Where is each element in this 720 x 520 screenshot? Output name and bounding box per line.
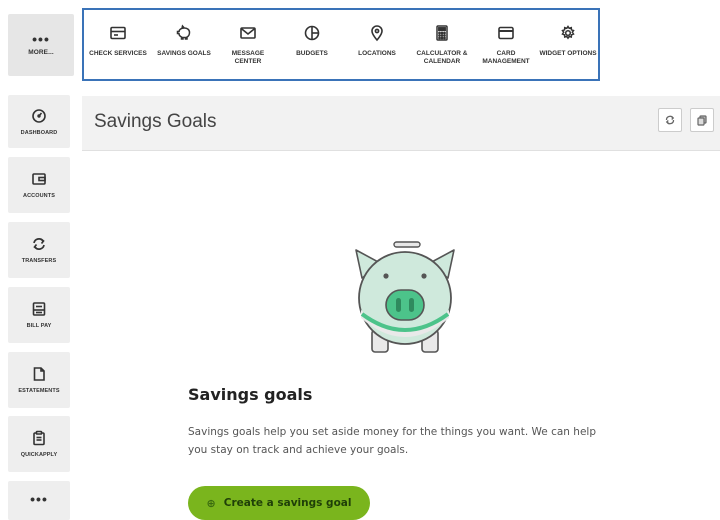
sidebar-item-estatements[interactable]: ESTATEMENTS — [8, 352, 70, 408]
menu-label: CARD MANAGEMENT — [482, 50, 530, 65]
sidebar-item-label: ESTATEMENTS — [18, 388, 60, 394]
create-savings-goal-button[interactable]: ⊕ Create a savings goal — [188, 486, 370, 520]
page-title: Savings Goals — [94, 111, 217, 132]
sidebar-item-accounts[interactable]: ACCOUNTS — [8, 157, 70, 213]
refresh-button[interactable] — [658, 108, 682, 132]
pie-chart-icon — [304, 25, 320, 41]
clipboard-icon — [33, 430, 45, 446]
menu-item-budgets[interactable]: BUDGETS — [280, 24, 344, 79]
sidebar-item-label: BILL PAY — [26, 323, 52, 329]
more-dots-icon: ••• — [30, 491, 48, 507]
page-header: Savings Goals — [82, 96, 720, 151]
wallet-icon — [32, 173, 46, 185]
menu-label: LOCATIONS — [358, 50, 396, 57]
menu-label: MESSAGE CENTER — [231, 50, 265, 65]
plus-circle-icon: ⊕ — [206, 496, 216, 510]
sidebar-more-button[interactable]: ••• — [8, 481, 70, 520]
savings-goals-description: Savings goals help you set aside money f… — [188, 426, 596, 456]
gear-icon — [561, 25, 575, 40]
sidebar-item-label: TRANSFERS — [21, 258, 57, 264]
menu-item-locations[interactable]: LOCATIONS — [344, 24, 410, 79]
sidebar-item-label: QUICKAPPLY — [20, 452, 58, 458]
dashboard-icon — [32, 108, 46, 123]
envelope-icon — [240, 27, 256, 39]
menu-item-widget-options[interactable]: WIDGET OPTIONS — [538, 24, 598, 79]
more-dots-icon: ••• — [32, 30, 50, 47]
transfer-arrows-icon — [33, 238, 45, 250]
top-more-button[interactable]: ••• MORE... — [8, 14, 74, 76]
menu-item-savings-goals[interactable]: SAVINGS GOALS — [152, 24, 216, 79]
sidebar-item-quickapply[interactable]: QUICKAPPLY — [8, 416, 70, 472]
menu-item-card-management[interactable]: CARD MANAGEMENT — [474, 24, 538, 79]
credit-card-icon — [498, 26, 514, 40]
menu-item-check-services[interactable]: CHECK SERVICES — [84, 24, 152, 79]
widget-menu: CHECK SERVICES SAVINGS GOALS MESSAGE CEN… — [82, 8, 600, 81]
piggy-bank-illustration — [355, 241, 455, 353]
app-page: ••• MORE... CHECK SERVICES SAVINGS GOALS… — [0, 0, 720, 520]
sidebar-item-label: DASHBOARD — [20, 129, 58, 136]
menu-label: CALCULATOR & CALENDAR — [416, 50, 468, 65]
sidebar-item-dashboard[interactable]: DASHBOARD — [8, 95, 70, 148]
menu-label: BUDGETS — [296, 50, 328, 57]
sidebar-item-transfers[interactable]: TRANSFERS — [8, 222, 70, 278]
menu-item-calculator-calendar[interactable]: CALCULATOR & CALENDAR — [410, 24, 474, 79]
savings-goals-heading: Savings goals — [188, 385, 313, 404]
menu-label: CHECK SERVICES — [89, 50, 147, 57]
copy-icon — [697, 115, 707, 126]
bill-icon — [32, 302, 46, 316]
sidebar-item-label: ACCOUNTS — [23, 193, 55, 199]
top-more-label: MORE... — [28, 48, 54, 56]
calculator-icon — [436, 25, 448, 41]
menu-item-message-center[interactable]: MESSAGE CENTER — [216, 24, 280, 79]
location-pin-icon — [371, 25, 383, 42]
check-services-icon — [110, 26, 126, 40]
sidebar-item-bill-pay[interactable]: BILL PAY — [8, 287, 70, 343]
create-savings-goal-label: Create a savings goal — [223, 497, 352, 509]
copy-button[interactable] — [690, 108, 714, 132]
menu-label: SAVINGS GOALS — [157, 50, 211, 57]
piggy-bank-icon — [176, 24, 191, 40]
document-icon — [33, 367, 45, 381]
menu-label: WIDGET OPTIONS — [539, 50, 597, 57]
refresh-icon — [665, 115, 675, 125]
